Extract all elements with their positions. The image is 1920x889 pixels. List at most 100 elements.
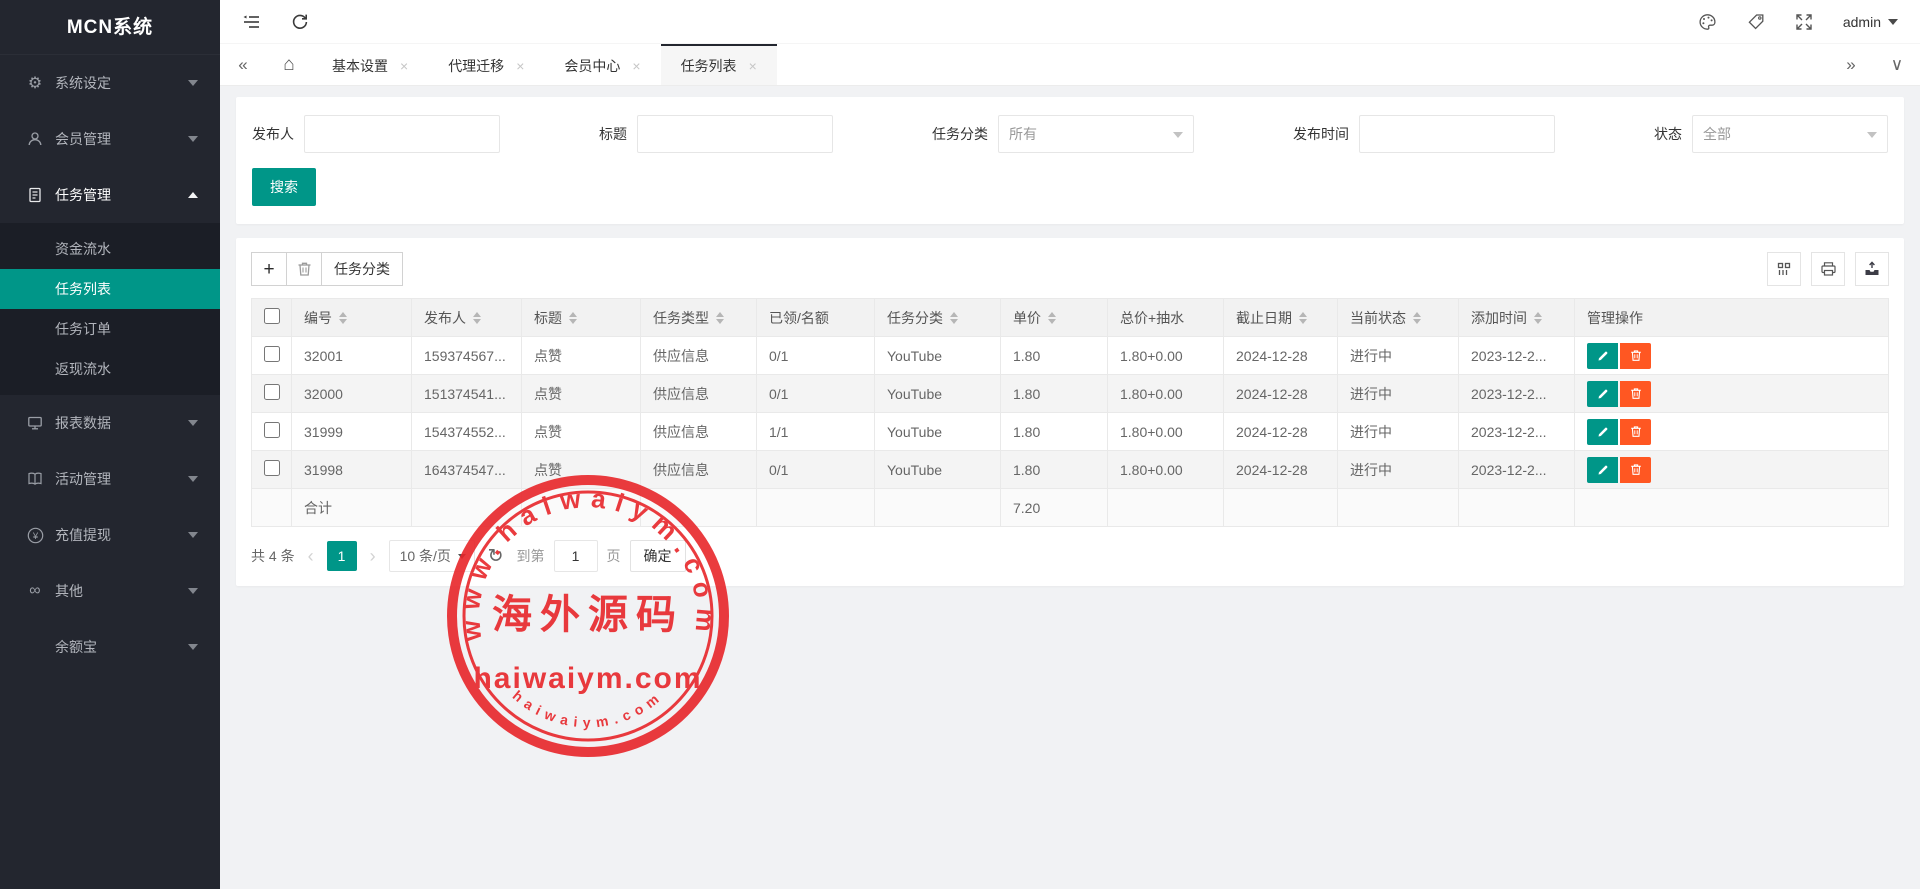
pencil-icon (1597, 350, 1609, 362)
cell-added-time: 2023-12-2... (1459, 337, 1575, 375)
goto-page-input[interactable] (554, 540, 598, 572)
scroll-tabs-left-icon[interactable]: « (220, 44, 266, 85)
tag-icon[interactable] (1747, 13, 1765, 31)
col-id[interactable]: 编号 (304, 308, 332, 328)
edit-button[interactable] (1587, 419, 1618, 445)
col-task-type[interactable]: 任务类型 (653, 308, 709, 328)
sort-icon[interactable] (1048, 312, 1056, 324)
sidebar-item-cashback-flow[interactable]: 返现流水 (0, 349, 220, 389)
tab-menu-chevron-icon[interactable]: ∨ (1874, 44, 1920, 85)
close-icon[interactable]: × (749, 58, 757, 74)
row-checkbox[interactable] (264, 422, 280, 438)
delete-button[interactable] (1620, 381, 1651, 407)
prev-page-icon[interactable]: ‹ (304, 546, 318, 567)
sidebar-item-task-orders[interactable]: 任务订单 (0, 309, 220, 349)
col-status[interactable]: 当前状态 (1350, 308, 1406, 328)
infinity-icon: ∞ (24, 582, 46, 600)
sort-icon[interactable] (1299, 312, 1307, 324)
edit-button[interactable] (1587, 457, 1618, 483)
sidebar-item-fund-flow[interactable]: 资金流水 (0, 229, 220, 269)
task-category-button[interactable]: 任务分类 (321, 252, 403, 286)
sidebar-item-report-data[interactable]: 报表数据 (0, 395, 220, 451)
user-menu[interactable]: admin (1843, 14, 1898, 30)
current-page[interactable]: 1 (327, 541, 357, 571)
add-task-button[interactable]: + (251, 252, 287, 286)
delete-button[interactable] (1620, 457, 1651, 483)
col-deadline[interactable]: 截止日期 (1236, 308, 1292, 328)
tab-task-list[interactable]: 任务列表 × (661, 44, 777, 85)
sidebar-item-recharge-withdraw[interactable]: ¥ 充值提现 (0, 507, 220, 563)
sort-icon[interactable] (339, 312, 347, 324)
tab-basic-settings[interactable]: 基本设置 × (312, 44, 428, 85)
col-category[interactable]: 任务分类 (887, 308, 943, 328)
close-icon[interactable]: × (632, 58, 640, 74)
goto-confirm-button[interactable]: 确定 (630, 540, 686, 572)
cell-task-type: 供应信息 (641, 375, 757, 413)
chevron-down-icon (188, 588, 198, 594)
close-icon[interactable]: × (516, 58, 524, 74)
sort-icon[interactable] (1534, 312, 1542, 324)
cell-title: 点赞 (522, 337, 641, 375)
sidebar-item-activity-management[interactable]: 活动管理 (0, 451, 220, 507)
edit-button[interactable] (1587, 381, 1618, 407)
publish-time-input[interactable] (1359, 115, 1555, 153)
row-checkbox[interactable] (264, 460, 280, 476)
scroll-tabs-right-icon[interactable]: » (1828, 44, 1874, 85)
select-all-checkbox[interactable] (264, 308, 280, 324)
table-row: 32000 151374541... 点赞 供应信息 0/1 YouTube 1… (252, 375, 1889, 413)
cell-deadline: 2024-12-28 (1224, 451, 1338, 489)
export-button[interactable] (1855, 252, 1889, 286)
row-checkbox[interactable] (264, 384, 280, 400)
sidebar-item-system-settings[interactable]: ⚙ 系统设定 (0, 55, 220, 111)
filter-status: 状态 全部 (1654, 115, 1888, 153)
sidebar-item-label: 会员管理 (55, 129, 188, 149)
search-button[interactable]: 搜索 (252, 168, 316, 206)
filter-title: 标题 (599, 115, 833, 153)
home-tab[interactable]: ⌂ (266, 44, 312, 85)
theme-palette-icon[interactable] (1698, 13, 1717, 31)
chevron-down-icon (1867, 132, 1877, 138)
batch-delete-button[interactable] (286, 252, 322, 286)
fullscreen-icon[interactable] (1795, 13, 1813, 31)
yen-circle-icon: ¥ (24, 527, 46, 544)
sidebar-item-task-management[interactable]: 任务管理 (0, 167, 220, 223)
col-title[interactable]: 标题 (534, 308, 562, 328)
filter-columns-button[interactable] (1767, 252, 1801, 286)
col-added-time[interactable]: 添加时间 (1471, 308, 1527, 328)
pagination: 共 4 条 ‹ 1 › 10 条/页 ↻ 到第 页 确定 (251, 540, 1889, 572)
sidebar-item-task-list[interactable]: 任务列表 (0, 269, 220, 309)
page-size-select[interactable]: 10 条/页 (389, 540, 475, 572)
sort-icon[interactable] (716, 312, 724, 324)
close-icon[interactable]: × (400, 58, 408, 74)
publisher-input[interactable] (304, 115, 500, 153)
tab-agent-migration[interactable]: 代理迁移 × (428, 44, 544, 85)
row-checkbox[interactable] (264, 346, 280, 362)
delete-button[interactable] (1620, 343, 1651, 369)
title-input[interactable] (637, 115, 833, 153)
tab-member-center[interactable]: 会员中心 × (544, 44, 660, 85)
table-tools-right (1767, 252, 1889, 286)
sort-icon[interactable] (950, 312, 958, 324)
col-publisher[interactable]: 发布人 (424, 308, 466, 328)
sidebar-item-yuebao[interactable]: 余额宝 (0, 619, 220, 675)
sort-icon[interactable] (473, 312, 481, 324)
delete-button[interactable] (1620, 419, 1651, 445)
next-page-icon[interactable]: › (366, 546, 380, 567)
monitor-icon (24, 415, 46, 431)
edit-button[interactable] (1587, 343, 1618, 369)
col-unit-price[interactable]: 单价 (1013, 308, 1041, 328)
category-select[interactable]: 所有 (998, 115, 1194, 153)
sidebar-item-member-management[interactable]: 会员管理 (0, 111, 220, 167)
sidebar-nav: ⚙ 系统设定 会员管理 任务管理 资金流水 任务列表 (0, 55, 220, 889)
sidebar-item-other[interactable]: ∞ 其他 (0, 563, 220, 619)
user-icon (24, 131, 46, 147)
refresh-table-icon[interactable]: ↻ (488, 547, 504, 566)
refresh-icon[interactable] (291, 13, 309, 31)
sort-icon[interactable] (1413, 312, 1421, 324)
print-button[interactable] (1811, 252, 1845, 286)
collapse-sidebar-icon[interactable] (242, 13, 261, 31)
tabbar: « ⌂ 基本设置 × 代理迁移 × 会员中心 × 任务列表 × » ∨ (220, 44, 1920, 86)
status-select[interactable]: 全部 (1692, 115, 1888, 153)
sort-icon[interactable] (569, 312, 577, 324)
cell-task-type: 供应信息 (641, 337, 757, 375)
